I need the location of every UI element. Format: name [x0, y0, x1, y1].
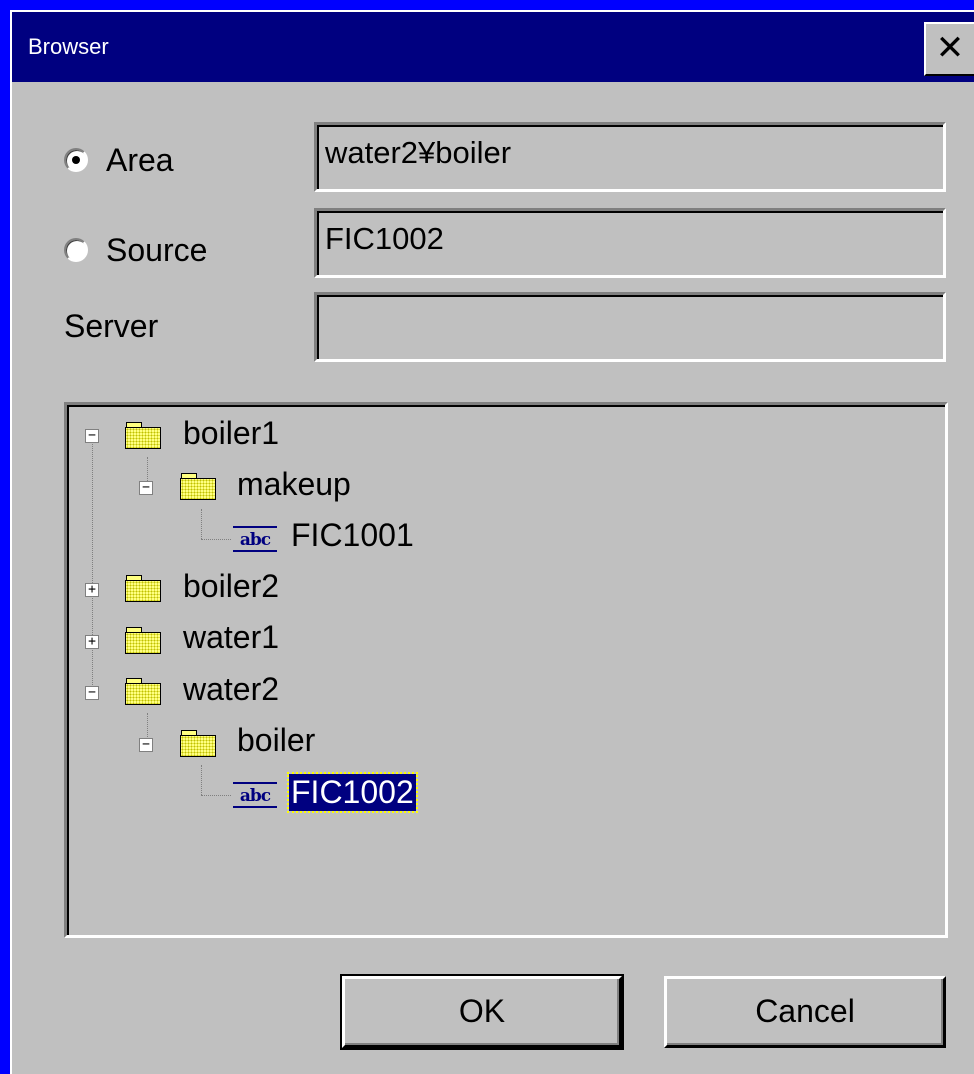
- tree-connector: [201, 765, 202, 795]
- window-title: Browser: [28, 34, 109, 59]
- folder-icon: [125, 422, 161, 449]
- folder-icon: [180, 730, 216, 757]
- tree-node-label-selected: FIC1002: [287, 772, 418, 813]
- collapse-icon[interactable]: −: [139, 481, 153, 495]
- tree-connector: [92, 435, 93, 689]
- area-radio-row[interactable]: Area: [64, 140, 174, 180]
- close-button[interactable]: ✕: [924, 22, 974, 76]
- tag-icon: abc: [233, 782, 277, 808]
- browser-dialog: Browser ✕ Area water2¥boiler Source FIC1…: [10, 10, 974, 1074]
- tag-icon: abc: [233, 526, 277, 552]
- cancel-button[interactable]: Cancel: [664, 976, 946, 1048]
- server-label: Server: [64, 308, 159, 344]
- close-icon: ✕: [935, 28, 965, 68]
- collapse-icon[interactable]: −: [139, 738, 153, 752]
- area-radio[interactable]: [64, 148, 88, 172]
- area-label: Area: [106, 141, 174, 178]
- tree-node-label: makeup: [237, 466, 351, 502]
- folder-icon: [125, 627, 161, 654]
- tree-view[interactable]: − boiler1 − makeup abc FIC1001 + boiler2…: [64, 402, 948, 938]
- expand-icon[interactable]: +: [85, 583, 99, 597]
- tree-connector: [201, 795, 231, 796]
- server-field[interactable]: [314, 292, 946, 362]
- ok-button[interactable]: OK: [340, 974, 624, 1050]
- source-radio-row[interactable]: Source: [64, 230, 207, 270]
- folder-icon: [125, 575, 161, 602]
- tree-node-label: FIC1001: [291, 517, 414, 553]
- collapse-icon[interactable]: −: [85, 686, 99, 700]
- source-radio[interactable]: [64, 238, 88, 262]
- title-bar[interactable]: Browser ✕: [12, 12, 974, 82]
- tree-connector: [201, 539, 231, 540]
- expand-icon[interactable]: +: [85, 635, 99, 649]
- tree-node-label: water1: [183, 619, 280, 655]
- collapse-icon[interactable]: −: [85, 429, 99, 443]
- tree-node-label: boiler: [237, 722, 316, 758]
- tree-node-label: boiler1: [183, 415, 280, 451]
- folder-icon: [125, 678, 161, 705]
- tree-node-label: boiler2: [183, 568, 280, 604]
- source-label: Source: [106, 231, 208, 268]
- folder-icon: [180, 473, 216, 500]
- tree-node-label: water2: [183, 671, 280, 707]
- area-field[interactable]: water2¥boiler: [314, 122, 946, 192]
- tree-connector: [201, 509, 202, 539]
- source-field[interactable]: FIC1002: [314, 208, 946, 278]
